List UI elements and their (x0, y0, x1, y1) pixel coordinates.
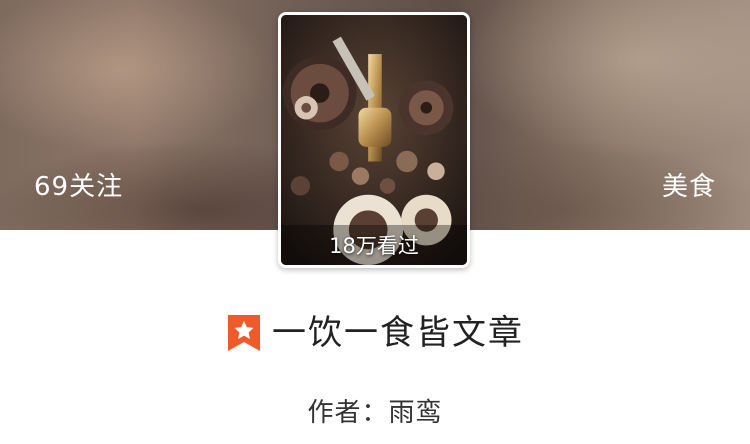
author-label: 作者： (307, 398, 389, 428)
book-title-row: 一饮一食皆文章 (0, 308, 750, 358)
author-name[interactable]: 雨鸾 (389, 398, 443, 428)
book-title: 一饮一食皆文章 (272, 313, 524, 353)
follow-count[interactable]: 69关注 (34, 172, 123, 202)
cover-image (281, 15, 467, 265)
view-count: 18万看过 (329, 234, 419, 258)
bookmark-star-icon (228, 315, 260, 351)
book-cover[interactable]: 18万看过 (278, 12, 470, 268)
author-line: 作者：雨鸾 (0, 396, 750, 430)
category-tag[interactable]: 美食 (662, 172, 716, 202)
